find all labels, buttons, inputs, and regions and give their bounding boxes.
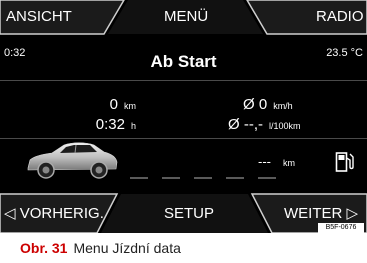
road-dash-1 [130,177,148,179]
distance-unit: km [124,101,136,111]
car-side-icon [27,142,118,179]
setup-button[interactable]: SETUP [164,205,214,223]
avg-consumption-stat: Ø --,- l/100km [228,116,301,133]
tab-ansicht[interactable]: ANSICHT [6,8,72,26]
figure-caption-text: Menu Jízdní data [73,240,181,256]
fuel-pump-icon [335,152,354,172]
divider-top [0,80,367,81]
duration-unit: h [130,121,136,131]
tab-radio[interactable]: RADIO [316,8,364,26]
road-dash-3 [194,177,212,179]
distance-stat: 0 km [76,96,136,113]
avg-consumption-value: Ø --,- [228,116,263,133]
figure-caption: Obr. 31 Menu Jízdní data [20,240,181,256]
road-dash-4 [226,177,244,179]
avg-speed-value: Ø 0 [243,96,268,113]
tab-menu[interactable]: MENÜ [164,8,208,26]
range-readout: --- km [258,154,295,169]
distance-value: 0 [109,96,118,113]
page-title: Ab Start [150,52,217,71]
avg-speed-stat: Ø 0 km/h [243,96,293,113]
next-button[interactable]: WEITER ▷ [284,205,358,223]
figure-number: Obr. 31 [20,240,68,256]
duration-stat: 0:32 h [52,116,136,133]
avg-consumption-unit: l/100km [269,121,301,131]
figure-code-badge: B5F-0676 [318,223,364,233]
road-dash-2 [162,177,180,179]
range-unit: km [283,158,295,168]
duration-value: 0:32 [95,116,125,133]
trip-data-screen: ANSICHT MENÜ RADIO 0:32 23.5 °C Ab Start… [0,0,367,233]
previous-button[interactable]: ◁ VORHERIG. [4,205,104,223]
range-value: --- [258,154,271,169]
avg-speed-unit: km/h [273,101,293,111]
road-dash-5 [258,177,276,179]
